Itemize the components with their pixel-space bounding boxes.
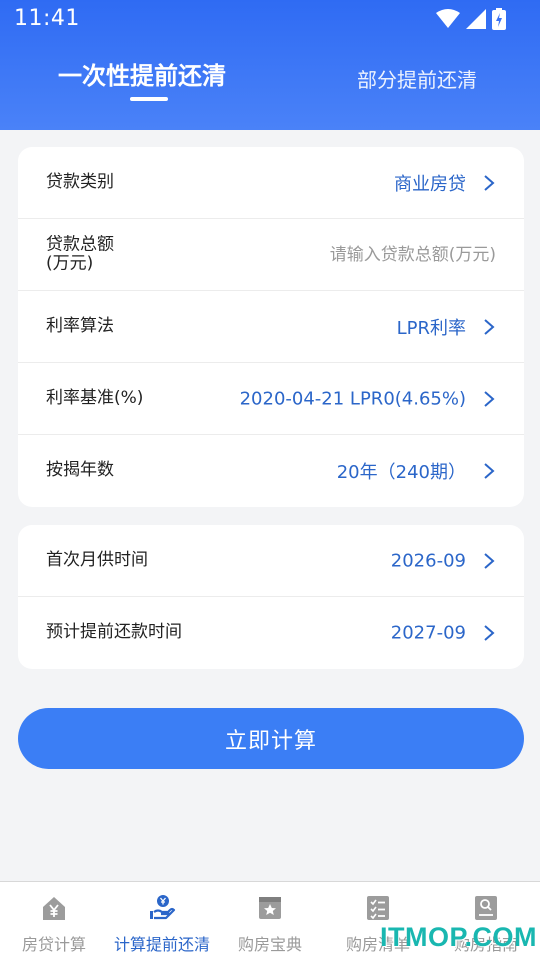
checklist-icon [367,896,389,920]
prepayment-time-label: 预计提前还款时间 [46,622,182,643]
house-yen-icon [43,897,65,920]
rate-method-value: LPR利率 [396,317,466,339]
nav-item-buying-guide[interactable]: 购房宝典 [216,882,324,960]
loan-type-row[interactable]: 贷款类别 商业房贷 [18,147,524,219]
nav-label: 房贷计算 [21,935,86,954]
watermark-logo: ITMOP.COM [380,922,538,952]
guide-book-icon [475,896,497,920]
rate-method-label: 利率算法 [46,315,114,336]
status-bar: 11:41 [0,0,540,38]
first-payment-value: 2026-09 [390,550,466,571]
rate-method-row[interactable]: 利率算法 LPR利率 [18,291,524,363]
loan-amount-label: 贷款总额 (万元) [46,233,114,274]
chevron-right-icon [484,390,495,407]
chevron-right-icon [484,463,495,479]
status-icons [436,8,506,30]
header: 11:41 一次性提前还清 部分提前还清 [0,0,540,130]
book-star-icon [259,897,281,919]
loan-type-label: 贷款类别 [46,171,114,192]
loan-amount-row: 贷款总额 (万元) [18,219,524,291]
mortgage-years-row[interactable]: 按揭年数 20年（240期） [18,435,524,507]
prepayment-time-row[interactable]: 预计提前还款时间 2027-09 [18,597,524,669]
mortgage-years-value: 20年（240期） [336,462,466,483]
chevron-right-icon [484,625,495,641]
chevron-right-icon [484,552,495,569]
chevron-right-icon [484,318,495,335]
nav-label: 计算提前还清 [113,935,210,954]
first-payment-row[interactable]: 首次月供时间 2026-09 [18,525,524,597]
tab-partial-prepayment[interactable]: 部分提前还清 [357,64,477,93]
time-info-card: 首次月供时间 2026-09 预计提前还款时间 2027-09 [18,525,524,669]
rate-base-label: 利率基准(%) [46,387,144,408]
calculate-button[interactable]: 立即计算 [18,708,524,769]
loan-type-value: 商业房贷 [394,173,466,195]
prepayment-time-value: 2027-09 [390,622,466,644]
nav-item-mortgage-calc[interactable]: 房贷计算 [0,882,108,960]
first-payment-label: 首次月供时间 [46,549,148,570]
loan-info-card: 贷款类别 商业房贷 贷款总额 (万元) 利率算法 LPR利率 利率基准(%) 2… [18,147,524,507]
loan-amount-label-line1: 贷款总额 [46,233,114,254]
nav-item-prepayment-calc[interactable]: 计算提前还清 [108,882,216,960]
mortgage-years-label: 按揭年数 [46,460,114,481]
rate-base-value: 2020-04-21 LPR0(4.65%) [239,388,466,409]
nav-label: 购房宝典 [237,935,302,954]
chevron-right-icon [484,174,495,191]
hand-coin-icon [150,895,176,920]
tab-active-indicator [130,97,168,101]
signal-icon [466,9,486,29]
tab-full-prepayment[interactable]: 一次性提前还清 [58,56,226,91]
wifi-icon [436,9,460,28]
loan-amount-label-line2: (万元) [46,253,94,274]
battery-charging-icon [492,8,506,30]
loan-amount-input[interactable] [266,244,496,265]
status-time: 11:41 [14,6,80,31]
rate-base-row[interactable]: 利率基准(%) 2020-04-21 LPR0(4.65%) [18,363,524,435]
